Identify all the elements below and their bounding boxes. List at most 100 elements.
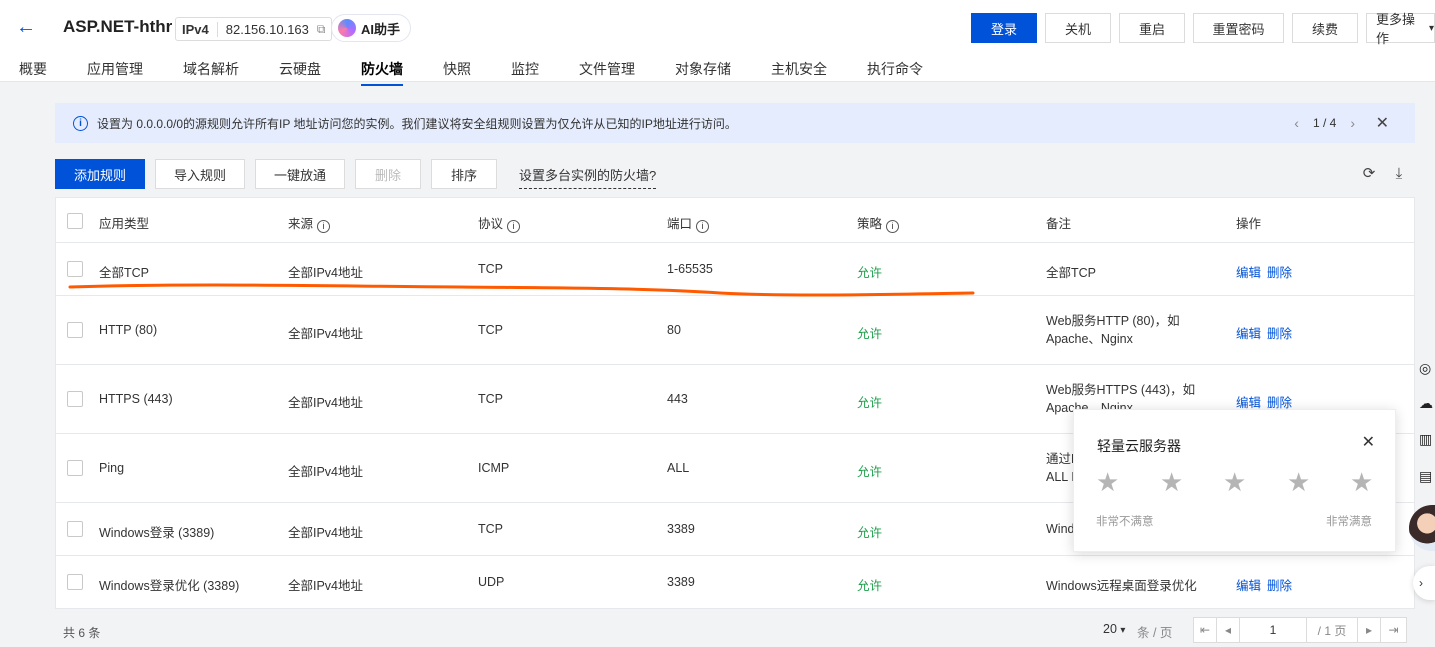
page-number-input[interactable]: 1 xyxy=(1239,617,1307,643)
cell-source: 全部IPv4地址 xyxy=(288,579,364,593)
edit-link[interactable]: 编辑 xyxy=(1236,575,1261,594)
tab-file-management[interactable]: 文件管理 xyxy=(579,59,635,79)
tab-firewall[interactable]: 防火墙 xyxy=(361,59,403,86)
star-icon[interactable]: ★ xyxy=(1096,467,1119,498)
notice-banner: i 设置为 0.0.0.0/0的源规则允许所有IP 地址访问您的实例。我们建议将… xyxy=(55,103,1415,143)
notice-pager-text: 1 / 4 xyxy=(1312,116,1337,130)
cloud-icon[interactable]: ☁ xyxy=(1419,395,1435,411)
page-size-select[interactable]: 20 ▾ xyxy=(1103,622,1125,636)
row-checkbox[interactable] xyxy=(67,391,83,407)
delete-link[interactable]: 删除 xyxy=(1267,575,1292,594)
instance-title: ASP.NET-hthr xyxy=(63,17,173,36)
restart-button[interactable]: 重启 xyxy=(1119,13,1185,43)
header-source: 来源 i xyxy=(288,213,331,233)
star-icon[interactable]: ★ xyxy=(1287,467,1310,498)
more-actions-label: 更多操作 xyxy=(1376,12,1416,46)
cell-protocol: TCP xyxy=(478,323,503,337)
edit-link[interactable]: 编辑 xyxy=(1236,262,1261,281)
star-icon[interactable]: ★ xyxy=(1350,467,1373,498)
header-port: 端口 i xyxy=(667,213,710,233)
info-circle-icon[interactable]: i xyxy=(696,220,710,233)
renew-button[interactable]: 续费 xyxy=(1292,13,1358,43)
ip-address: 82.156.10.163 xyxy=(225,21,309,37)
cell-type: HTTP (80) xyxy=(99,323,158,337)
star-icon[interactable]: ★ xyxy=(1160,467,1183,498)
table-row: Windows登录优化 (3389) 全部IPv4地址 UDP 3389 允许 … xyxy=(56,556,1414,609)
cell-source: 全部IPv4地址 xyxy=(288,396,364,410)
info-circle-icon[interactable]: i xyxy=(507,220,521,233)
first-page-icon[interactable]: ⇤ xyxy=(1193,617,1217,643)
chevron-left-icon[interactable]: ‹ xyxy=(1294,115,1299,131)
copy-icon[interactable]: ⧉ xyxy=(317,22,326,37)
reset-password-button[interactable]: 重置密码 xyxy=(1193,13,1284,43)
cell-policy: 允许 xyxy=(857,396,883,410)
one-click-open-button[interactable]: 一键放通 xyxy=(255,159,345,189)
tab-dns[interactable]: 域名解析 xyxy=(183,59,239,79)
header-port-label: 端口 xyxy=(667,217,693,231)
row-checkbox[interactable] xyxy=(67,521,83,537)
info-icon: i xyxy=(73,115,88,131)
multi-instance-firewall-link[interactable]: 设置多台实例的防火墙? xyxy=(519,165,657,189)
book-icon[interactable]: ▥ xyxy=(1419,431,1435,447)
row-checkbox[interactable] xyxy=(67,574,83,590)
table-header: 应用类型 来源 i 协议 i 端口 i 策略 i 备注 操作 xyxy=(56,198,1414,243)
row-checkbox[interactable] xyxy=(67,460,83,476)
tab-overview[interactable]: 概要 xyxy=(19,59,47,79)
more-actions-button[interactable]: 更多操作 ▾ xyxy=(1366,12,1435,46)
tab-run-command[interactable]: 执行命令 xyxy=(867,59,923,79)
rating-popup: 轻量云服务器 ✕ ★ ★ ★ ★ ★ 非常不满意 非常满意 xyxy=(1073,409,1396,552)
header-policy: 策略 i xyxy=(857,213,900,233)
row-checkbox[interactable] xyxy=(67,322,83,338)
info-circle-icon[interactable]: i xyxy=(886,220,900,233)
feedback-icon[interactable]: ▤ xyxy=(1419,468,1435,484)
delete-button[interactable]: 删除 xyxy=(355,159,421,189)
cell-note-line1: Web服务HTTP (80)，如 xyxy=(1046,314,1180,328)
edit-link[interactable]: 编辑 xyxy=(1236,323,1261,342)
close-icon[interactable]: ✕ xyxy=(1376,113,1389,133)
cell-source: 全部IPv4地址 xyxy=(288,327,364,341)
rating-title: 轻量云服务器 xyxy=(1097,438,1181,454)
select-all-checkbox[interactable] xyxy=(67,213,83,229)
tab-monitor[interactable]: 监控 xyxy=(511,59,539,79)
ip-type: IPv4 xyxy=(182,21,218,37)
total-count: 共 6 条 xyxy=(63,626,101,640)
tab-object-storage[interactable]: 对象存储 xyxy=(675,59,731,79)
row-checkbox[interactable] xyxy=(67,261,83,277)
refresh-icon[interactable]: ⟳ xyxy=(1360,165,1378,183)
add-rule-button[interactable]: 添加规则 xyxy=(55,159,145,189)
login-button[interactable]: 登录 xyxy=(971,13,1037,43)
cell-type: Ping xyxy=(99,461,125,475)
sort-button[interactable]: 排序 xyxy=(431,159,497,189)
cell-type: Windows登录 (3389) xyxy=(99,526,215,540)
cell-port: 3389 xyxy=(667,522,695,536)
tab-app-management[interactable]: 应用管理 xyxy=(87,59,143,79)
tab-snapshot[interactable]: 快照 xyxy=(443,59,471,79)
download-icon[interactable]: ⤓ xyxy=(1390,165,1408,183)
ai-assistant-button[interactable]: AI助手 xyxy=(331,14,412,42)
close-icon[interactable]: ✕ xyxy=(1362,432,1375,452)
info-circle-icon[interactable]: i xyxy=(317,220,331,233)
delete-link[interactable]: 删除 xyxy=(1267,323,1292,342)
top-header: ← ASP.NET-hthr IPv4 82.156.10.163 ⧉ AI助手… xyxy=(0,0,1435,86)
arrow-left-icon[interactable]: ← xyxy=(16,16,38,38)
tab-host-security[interactable]: 主机安全 xyxy=(771,59,827,79)
tab-cloud-disk[interactable]: 云硬盘 xyxy=(279,59,321,79)
star-icon[interactable]: ★ xyxy=(1223,467,1246,498)
page-size-value: 20 xyxy=(1103,622,1117,636)
last-page-icon[interactable]: ⇥ xyxy=(1380,617,1407,643)
chevron-right-icon[interactable]: › xyxy=(1350,115,1355,131)
next-page-icon[interactable]: ▸ xyxy=(1357,617,1381,643)
table-row: HTTP (80) 全部IPv4地址 TCP 80 允许 Web服务HTTP (… xyxy=(56,296,1414,365)
prev-page-icon[interactable]: ◂ xyxy=(1216,617,1240,643)
import-rule-button[interactable]: 导入规则 xyxy=(155,159,245,189)
header-policy-label: 策略 xyxy=(857,217,883,231)
cell-note: Windows远程桌面登录优化 xyxy=(1046,579,1197,593)
headset-icon[interactable]: ◎ xyxy=(1419,360,1435,376)
chevron-right-icon[interactable]: › xyxy=(1413,566,1435,600)
delete-link[interactable]: 删除 xyxy=(1267,262,1292,281)
cell-type: 全部TCP xyxy=(99,266,150,280)
shutdown-button[interactable]: 关机 xyxy=(1045,13,1111,43)
header-note: 备注 xyxy=(1046,217,1072,231)
cell-protocol: TCP xyxy=(478,522,503,536)
cell-policy: 允许 xyxy=(857,327,883,341)
